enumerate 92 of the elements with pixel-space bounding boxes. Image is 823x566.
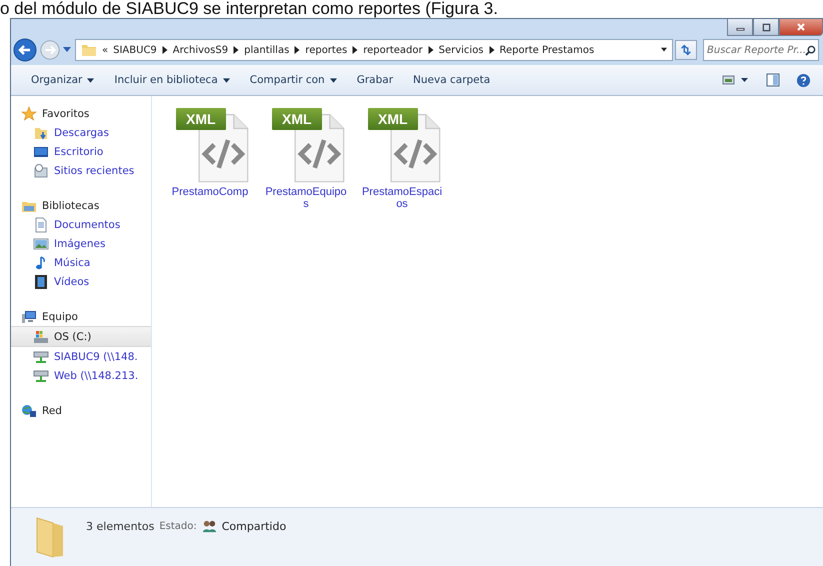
nav-label: Imágenes — [54, 238, 106, 250]
file-type-label: XML — [176, 108, 226, 130]
breadcrumb-arrow-icon[interactable] — [233, 46, 240, 54]
file-item[interactable]: XML PrestamoComp — [166, 104, 254, 198]
search-icon — [805, 44, 816, 56]
nav-item[interactable]: Música — [11, 253, 151, 272]
toolbar-button[interactable]: Compartir con — [242, 71, 345, 89]
overflow-chevrons[interactable]: « — [102, 44, 108, 56]
network-drive-icon — [33, 348, 49, 364]
status-value: Compartido — [222, 520, 286, 533]
breadcrumb-arrow-icon[interactable] — [294, 46, 300, 54]
history-dropdown[interactable] — [63, 47, 71, 53]
file-type-label: XML — [368, 108, 418, 130]
caret-icon — [87, 78, 94, 82]
nav-group-item[interactable]: Red — [11, 401, 151, 420]
network-drive-icon — [33, 368, 49, 384]
nav-item[interactable]: Sitios recientes — [11, 161, 151, 180]
caret-icon — [330, 78, 337, 82]
nav-label: SIABUC9 (\\148. — [54, 350, 138, 362]
breadcrumb[interactable]: reportes — [305, 44, 348, 56]
nav-label: Red — [42, 404, 62, 416]
toolbar-button[interactable]: Grabar — [348, 71, 402, 89]
file-name: PrestamoEspacios — [360, 186, 444, 210]
breadcrumb-arrow-icon[interactable] — [162, 46, 168, 54]
drive-icon — [33, 328, 49, 344]
nav-label: OS (C:) — [54, 330, 92, 342]
nav-label: Bibliotecas — [42, 200, 100, 212]
nav-label: Música — [54, 256, 90, 268]
nav-item[interactable]: Web (\\148.213. — [11, 366, 151, 385]
nav-group-item[interactable]: Equipo — [11, 307, 151, 326]
nav-item[interactable]: Vídeos — [11, 272, 151, 291]
close-icon — [796, 22, 806, 32]
nav-label: Documentos — [54, 218, 120, 230]
breadcrumb[interactable]: ArchivosS9 — [172, 44, 228, 56]
caret-icon — [63, 47, 71, 53]
breadcrumb-arrow-icon[interactable] — [488, 46, 495, 54]
nav-group-item[interactable]: Favoritos — [11, 104, 151, 123]
help-icon — [796, 72, 811, 88]
nav-label: Equipo — [42, 310, 78, 322]
address-bar[interactable]: « SIABUC9 ArchivosS9 plantillas reportes reporteador Servicios Reporte Prestamos — [75, 39, 673, 61]
film-icon — [33, 274, 49, 290]
breadcrumb[interactable]: Reporte Prestamos — [500, 44, 594, 56]
nav-label: Web (\\148.213. — [54, 370, 138, 382]
file-type-label: XML — [272, 108, 322, 130]
nav-label: Favoritos — [42, 108, 90, 120]
nav-item[interactable]: SIABUC9 (\\148. — [11, 347, 151, 366]
caret-icon — [222, 78, 230, 82]
nav-item[interactable]: Descargas — [11, 123, 151, 142]
minimize-button[interactable] — [727, 19, 753, 36]
preview-pane-icon — [766, 73, 780, 87]
file-item[interactable]: XML PrestamoEquipos — [262, 104, 350, 210]
breadcrumb[interactable]: plantillas — [244, 44, 290, 56]
view-icon — [722, 74, 750, 86]
document-text: o del módulo de SIABUC9 se interpretan como reportes (Figura 3. — [0, 0, 499, 18]
nav-label: Descargas — [54, 126, 109, 138]
breadcrumb-arrow-icon[interactable] — [352, 46, 358, 54]
toolbar-button[interactable]: Incluir en biblioteca — [106, 71, 238, 89]
file-name: PrestamoEquipos — [264, 186, 348, 210]
nav-label: Vídeos — [54, 276, 90, 288]
close-button[interactable] — [779, 19, 823, 36]
maximize-icon — [762, 22, 770, 32]
breadcrumb[interactable]: SIABUC9 — [113, 44, 157, 56]
picture-icon — [33, 236, 49, 252]
file-name: PrestamoComp — [172, 186, 248, 198]
recent-places-icon — [33, 162, 49, 178]
toolbar-button[interactable]: Organizar — [23, 71, 102, 89]
nav-item[interactable]: OS (C:) — [11, 326, 151, 347]
nav-group-item[interactable]: Bibliotecas — [11, 196, 151, 215]
breadcrumb[interactable]: reporteador — [363, 44, 423, 56]
breadcrumb[interactable]: Servicios — [438, 44, 484, 56]
nav-item[interactable]: Escritorio — [11, 142, 151, 161]
file-item[interactable]: XML PrestamoEspacios — [358, 104, 446, 210]
maximize-button[interactable] — [753, 19, 779, 36]
status-label: Estado: — [159, 521, 197, 532]
dropdown-caret-icon[interactable] — [661, 46, 667, 54]
item-count: 3 elementos — [86, 520, 154, 533]
nav-label: Escritorio — [54, 146, 104, 158]
star-icon — [21, 106, 37, 122]
nav-label: Sitios recientes — [54, 164, 134, 176]
folder-icon — [81, 42, 97, 58]
toolbar-button[interactable]: Nueva carpeta — [405, 71, 498, 89]
network-icon — [21, 402, 37, 418]
back-button[interactable] — [13, 38, 37, 62]
refresh-arrows-icon — [679, 43, 693, 57]
document-icon — [33, 216, 49, 232]
nav-item[interactable]: Documentos — [11, 215, 151, 234]
computer-icon — [21, 308, 37, 324]
refresh-button[interactable] — [675, 40, 697, 60]
breadcrumb-arrow-icon[interactable] — [428, 46, 434, 54]
nav-item[interactable]: Imágenes — [11, 234, 151, 253]
search-field[interactable]: Buscar Reporte Pr... — [703, 39, 819, 61]
users-icon — [202, 519, 217, 534]
